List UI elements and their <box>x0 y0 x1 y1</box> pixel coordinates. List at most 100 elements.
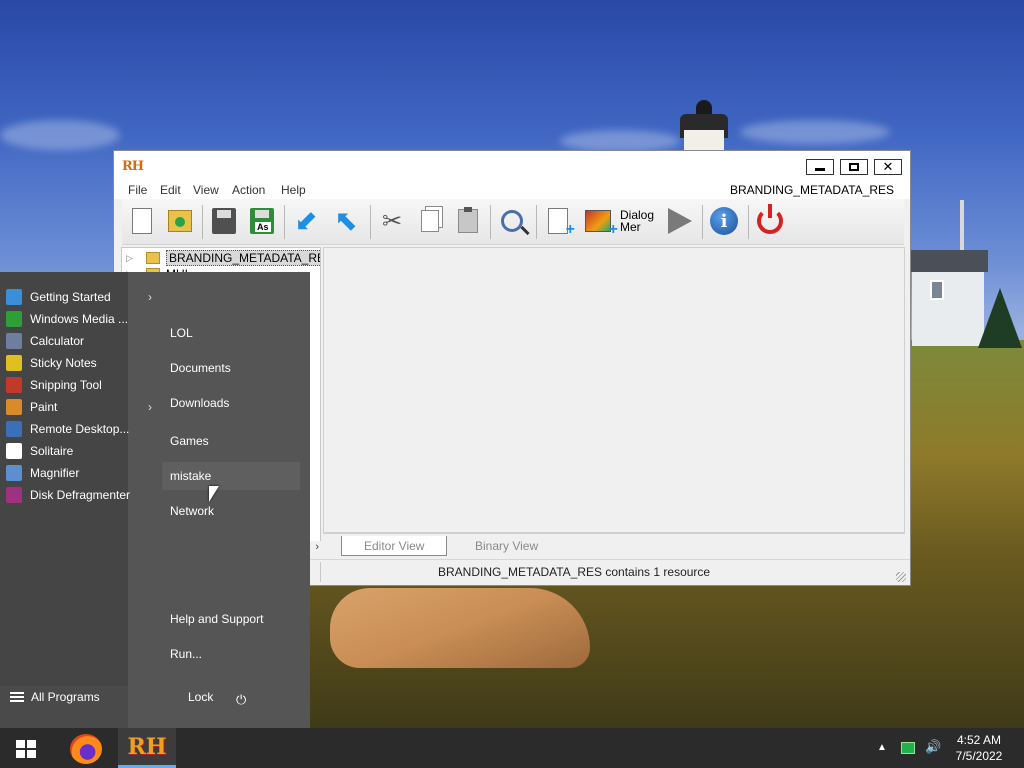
export-arrow-icon: ⬉ <box>334 205 358 236</box>
all-programs-button[interactable]: All Programs <box>10 690 100 704</box>
program-icon <box>6 443 22 459</box>
save-icon <box>212 208 236 234</box>
submenu-chevron-icon: › <box>148 400 152 414</box>
find-button[interactable] <box>496 205 528 237</box>
copy-button[interactable] <box>414 205 446 237</box>
start-program-item[interactable]: Magnifier <box>6 462 152 484</box>
info-icon: i <box>710 207 738 235</box>
place-item[interactable]: Downloads <box>170 396 229 410</box>
program-icon <box>6 377 22 393</box>
windows-logo-icon <box>16 750 25 758</box>
tab-editor-view[interactable]: Editor View <box>341 536 448 556</box>
add-blank-resource-icon <box>548 208 575 239</box>
maximize-icon <box>849 163 859 171</box>
place-item[interactable]: mistake <box>170 469 211 483</box>
tab-binary-view[interactable]: Binary View <box>453 536 560 556</box>
program-label: Snipping Tool <box>30 378 102 392</box>
open-button[interactable] <box>164 205 196 237</box>
toolbar-separator <box>536 205 537 239</box>
import-button[interactable]: ⬋ <box>290 205 322 237</box>
place-item[interactable]: Documents <box>170 361 231 375</box>
cut-icon: ✂ <box>381 207 403 235</box>
open-folder-icon <box>168 210 192 232</box>
cut-button[interactable]: ✂ <box>376 205 408 237</box>
start-program-item[interactable]: Disk Defragmenter <box>6 484 152 506</box>
start-program-item[interactable]: Paint › <box>6 396 152 418</box>
new-file-button[interactable] <box>126 205 158 237</box>
status-divider <box>320 562 321 582</box>
editor-pane[interactable] <box>323 247 905 533</box>
cloud <box>560 130 680 152</box>
save-as-button[interactable] <box>246 205 278 237</box>
show-hidden-icons-icon[interactable]: ▲ <box>877 742 887 753</box>
place-item[interactable]: Run... <box>170 647 202 661</box>
add-image-resource-button[interactable] <box>582 205 618 239</box>
start-program-item[interactable]: Snipping Tool <box>6 374 152 396</box>
program-label: Calculator <box>30 334 85 348</box>
start-program-item[interactable]: Remote Desktop... <box>6 418 152 440</box>
resource-hacker-taskbar-button[interactable]: RH <box>118 728 176 768</box>
paste-button[interactable] <box>452 205 484 237</box>
add-blank-resource-button[interactable] <box>542 205 575 239</box>
start-program-item[interactable]: Sticky Notes <box>6 352 152 374</box>
lighthouse <box>676 100 732 150</box>
program-label: Windows Media ... <box>30 312 129 326</box>
start-button[interactable] <box>16 740 36 758</box>
network-icon[interactable] <box>901 742 915 754</box>
pine-tree <box>978 288 1022 348</box>
start-program-item[interactable]: Solitaire <box>6 440 152 462</box>
export-button[interactable]: ⬉ <box>330 205 362 237</box>
menu-help[interactable]: Help <box>281 183 306 197</box>
title-bar[interactable]: RH ✕ <box>114 151 910 181</box>
toolbar-separator <box>370 205 371 239</box>
run-script-button[interactable] <box>664 205 696 237</box>
place-item[interactable]: Games <box>170 434 209 448</box>
minimize-button[interactable] <box>806 159 834 175</box>
toolbar-separator <box>284 205 285 239</box>
find-icon <box>501 210 523 232</box>
program-icon <box>6 399 22 415</box>
place-item[interactable]: Network <box>170 504 214 518</box>
house <box>908 250 988 346</box>
minimize-icon <box>815 167 825 171</box>
tree-item-label: BRANDING_METADATA_RE <box>166 250 320 266</box>
lock-button[interactable]: Lock <box>188 690 213 704</box>
place-item[interactable]: LOL <box>170 326 193 340</box>
about-button[interactable]: i <box>708 205 740 237</box>
start-program-item[interactable]: Calculator <box>6 330 152 352</box>
save-button[interactable] <box>208 205 240 237</box>
copy-icon <box>421 210 439 232</box>
mouse-cursor-icon <box>209 486 219 502</box>
exit-button[interactable] <box>754 204 786 237</box>
menu-action[interactable]: Action <box>232 183 265 197</box>
program-label: Magnifier <box>30 466 80 480</box>
firefox-taskbar-icon[interactable] <box>70 734 102 764</box>
start-menu-programs-panel-lower <box>0 582 128 686</box>
scroll-right-icon[interactable]: › <box>315 541 319 553</box>
maximize-button[interactable] <box>840 159 868 175</box>
place-item[interactable]: Help and Support <box>170 612 263 626</box>
current-resource-name: BRANDING_METADATA_RES <box>729 183 894 197</box>
menu-view[interactable]: View <box>193 183 219 197</box>
program-label: Getting Started <box>30 290 111 304</box>
paste-icon <box>458 207 478 233</box>
shutdown-icon[interactable]: ⏻ <box>236 692 246 708</box>
expand-icon[interactable]: ▷ <box>126 253 136 264</box>
menu-bar: File Edit View Action Help BRANDING_META… <box>114 181 910 199</box>
app-icon: RH <box>122 159 144 174</box>
close-button[interactable]: ✕ <box>874 159 902 175</box>
tree-item-branding[interactable]: ▷ BRANDING_METADATA_RE <box>126 250 320 266</box>
resize-grip-icon[interactable] <box>896 572 906 582</box>
volume-icon[interactable]: 🔊 <box>925 739 941 755</box>
start-program-item[interactable]: Windows Media ... <box>6 308 152 330</box>
cloud <box>0 120 120 150</box>
clock[interactable]: 4:52 AM 7/5/2022 <box>950 732 1008 764</box>
dialog-merge-button[interactable]: Dialog Mer <box>620 205 660 237</box>
status-text: BRANDING_METADATA_RES contains 1 resourc… <box>438 565 711 579</box>
menu-file[interactable]: File <box>128 183 147 197</box>
menu-edit[interactable]: Edit <box>160 183 181 197</box>
start-program-item[interactable]: Getting Started › <box>6 286 152 308</box>
resource-hacker-icon: RH <box>127 733 167 760</box>
dialog-merge-icon: Dialog Mer <box>620 209 660 233</box>
view-tabs: Editor View Binary View <box>323 533 905 557</box>
